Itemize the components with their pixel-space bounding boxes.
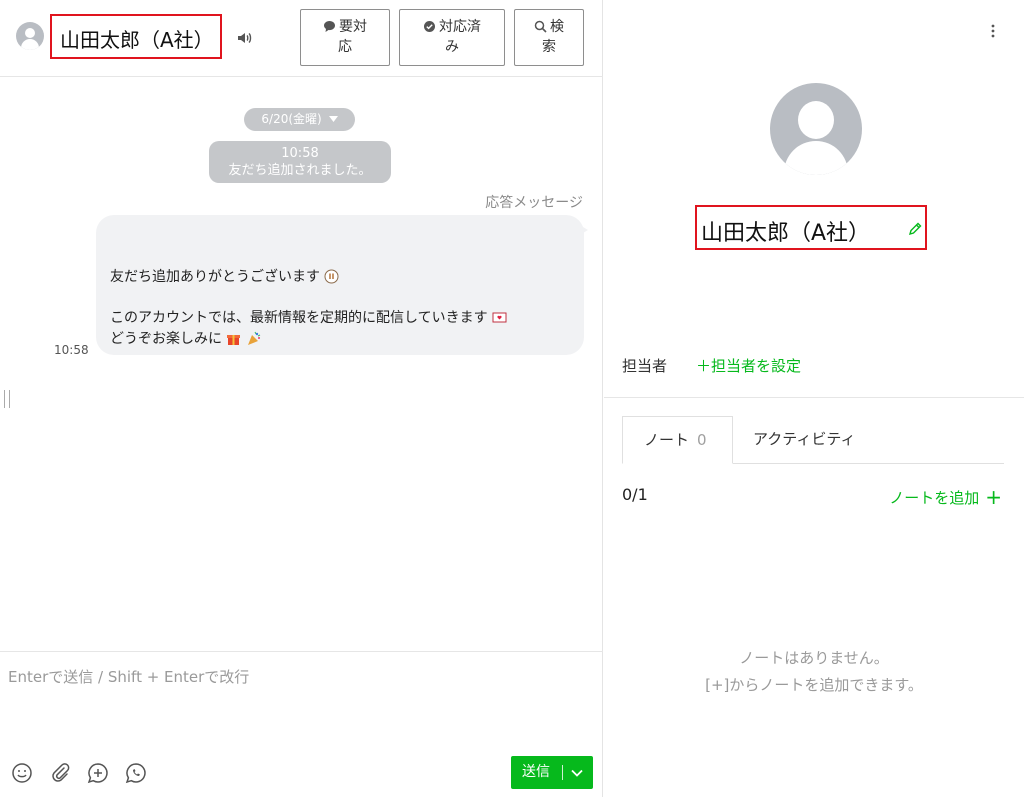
resolved-button[interactable]: 対応済 み bbox=[399, 9, 505, 66]
resize-handle[interactable] bbox=[4, 390, 10, 408]
needs-response-label-1: 要対 bbox=[339, 19, 367, 35]
message-bubble-tail bbox=[578, 224, 588, 236]
peace-sign-emoji-icon bbox=[324, 269, 339, 284]
emoji-icon[interactable] bbox=[11, 762, 33, 784]
chevron-down-icon[interactable] bbox=[570, 766, 584, 780]
envelope-heart-emoji-icon bbox=[492, 312, 507, 323]
message-input[interactable] bbox=[0, 652, 600, 742]
message-line-2: このアカウントでは、最新情報を定期的に配信していきます bbox=[110, 310, 488, 326]
contact-name-highlight: 山田太郎（A社） bbox=[50, 14, 222, 59]
needs-response-label-2: 応 bbox=[338, 39, 352, 55]
chat-app: 山田太郎（A社） 要対 応 対応済 み 検 索 6/20(金曜) 10:58 友… bbox=[0, 0, 1024, 797]
call-bubble-icon[interactable] bbox=[125, 762, 147, 784]
profile-name: 山田太郎（A社） bbox=[701, 221, 871, 246]
chat-pane: 山田太郎（A社） 要対 応 対応済 み 検 索 6/20(金曜) 10:58 友… bbox=[0, 0, 603, 797]
more-vertical-icon[interactable] bbox=[989, 22, 997, 40]
resolved-label-1: 対応済 bbox=[439, 19, 481, 35]
message-bubble[interactable]: 友だち追加ありがとうございます このアカウントでは、最新情報を定期的に配信してい… bbox=[96, 215, 584, 355]
tab-activity[interactable]: アクティビティ bbox=[753, 416, 855, 464]
system-message: 10:58 友だち追加されました。 bbox=[209, 141, 391, 183]
speech-bubble-icon bbox=[324, 21, 335, 32]
search-label-2: 索 bbox=[542, 39, 556, 55]
note-count: 0/1 bbox=[622, 485, 648, 504]
send-label: 送信 bbox=[522, 764, 550, 780]
send-separator bbox=[562, 765, 563, 780]
pencil-icon[interactable] bbox=[907, 221, 923, 237]
message-composer: 送信 bbox=[0, 651, 603, 797]
profile-name-highlight: 山田太郎（A社） bbox=[695, 205, 927, 250]
empty-notes-hint: [+]からノートを追加できます。 bbox=[705, 676, 923, 694]
search-icon bbox=[534, 20, 547, 33]
search-button[interactable]: 検 索 bbox=[514, 9, 584, 66]
plus-icon: + bbox=[985, 485, 1002, 509]
system-message-text: 友だち追加されました。 bbox=[228, 163, 372, 178]
caret-down-icon bbox=[328, 116, 338, 122]
add-template-icon[interactable] bbox=[87, 762, 109, 784]
contact-name[interactable]: 山田太郎（A社） bbox=[60, 24, 214, 53]
profile-tabs: ノート 0 アクティビティ bbox=[622, 416, 1004, 464]
response-message-label: 応答メッセージ bbox=[485, 195, 583, 211]
profile-avatar[interactable] bbox=[770, 83, 862, 175]
message-line-1: 友だち追加ありがとうございます bbox=[110, 269, 320, 285]
message-time: 10:58 bbox=[54, 343, 89, 357]
message-line-3: どうぞお楽しみに bbox=[110, 331, 222, 347]
needs-response-button[interactable]: 要対 応 bbox=[300, 9, 390, 66]
system-message-time: 10:58 bbox=[281, 146, 319, 161]
add-note-button[interactable]: ノートを追加 + bbox=[889, 485, 1002, 509]
send-button[interactable]: 送信 bbox=[511, 756, 593, 789]
search-label-1: 検 bbox=[550, 19, 564, 35]
section-divider bbox=[604, 397, 1024, 398]
notes-count: 0 bbox=[697, 431, 707, 449]
profile-pane: 山田太郎（A社） 担当者 ＋担当者を設定 ノート 0 アクティビティ 0/1 ノー… bbox=[604, 0, 1024, 797]
speaker-icon[interactable] bbox=[236, 29, 254, 47]
party-popper-emoji-icon bbox=[247, 331, 261, 345]
resolved-label-2: み bbox=[445, 39, 459, 55]
contact-avatar[interactable] bbox=[16, 22, 44, 50]
date-separator[interactable]: 6/20(金曜) bbox=[244, 108, 355, 131]
assignee-label: 担当者 bbox=[622, 357, 668, 375]
check-bubble-icon bbox=[424, 21, 435, 32]
gift-emoji-icon bbox=[227, 335, 241, 345]
tab-notes[interactable]: ノート 0 bbox=[622, 416, 733, 464]
chat-header: 山田太郎（A社） 要対 応 対応済 み 検 索 bbox=[0, 0, 603, 77]
empty-notes-message: ノートはありません。 bbox=[739, 649, 889, 667]
attachment-icon[interactable] bbox=[49, 762, 71, 784]
set-assignee-link[interactable]: ＋担当者を設定 bbox=[696, 355, 801, 376]
